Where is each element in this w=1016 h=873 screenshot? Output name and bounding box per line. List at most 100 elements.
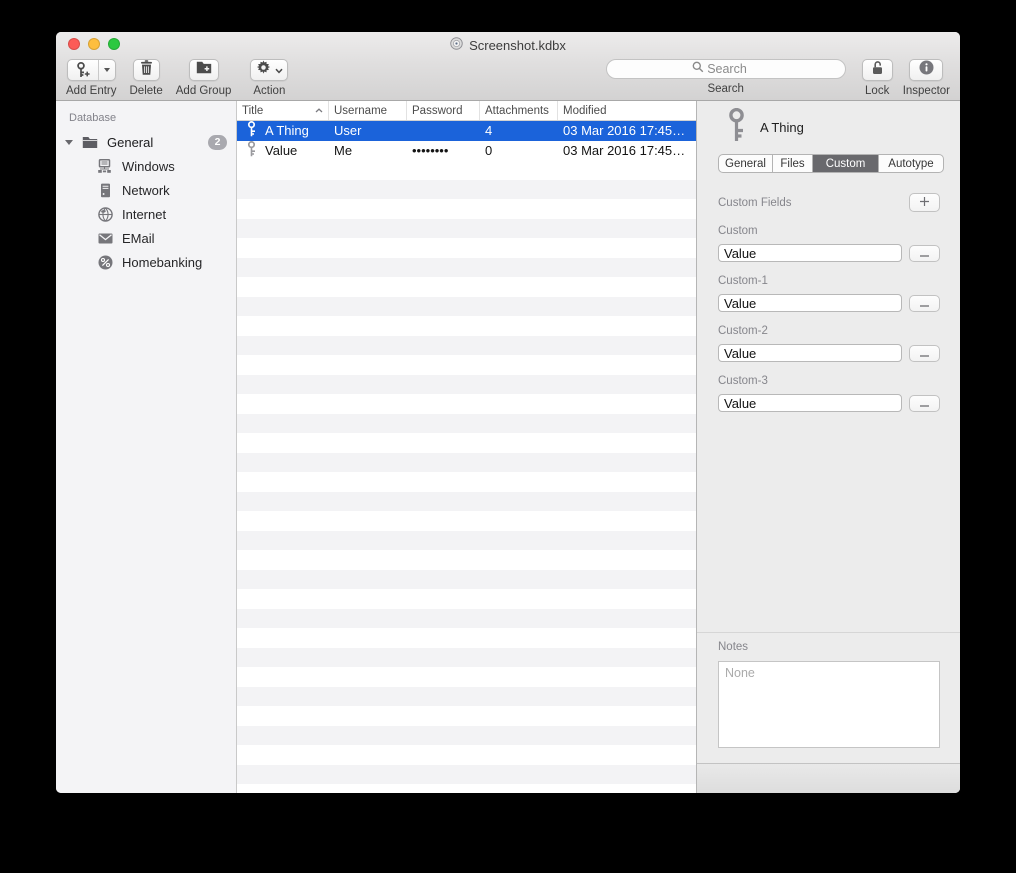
search-tool: Search <box>606 59 846 95</box>
table-empty-row <box>237 726 696 746</box>
lock-label: Lock <box>865 85 889 97</box>
custom-field-label: Custom-2 <box>718 325 940 337</box>
sidebar-item-label: Internet <box>122 207 166 222</box>
custom-field-input[interactable] <box>718 244 902 262</box>
chevron-down-icon <box>104 68 110 72</box>
sidebar-item-homebanking[interactable]: Homebanking <box>56 250 236 274</box>
sidebar-item-network[interactable]: Network <box>56 178 236 202</box>
gear-icon <box>256 60 271 80</box>
custom-field-group: Custom-1 <box>718 275 940 312</box>
app-window: Screenshot.kdbx Add Entry D <box>56 32 960 793</box>
table-header: Title Username Password Attachments Modi… <box>237 101 696 121</box>
remove-custom-field-button[interactable] <box>909 345 940 362</box>
table-empty-row <box>237 199 696 219</box>
notes-label: Notes <box>718 641 940 653</box>
table-empty-row <box>237 180 696 200</box>
entry-attachments: 4 <box>480 123 558 138</box>
add-entry-button[interactable] <box>67 59 116 81</box>
add-custom-field-button[interactable] <box>909 193 940 212</box>
tab-general[interactable]: General <box>719 155 773 172</box>
remove-custom-field-button[interactable] <box>909 395 940 412</box>
tab-autotype[interactable]: Autotype <box>879 155 943 172</box>
document-icon <box>450 37 463 53</box>
entry-modified: 03 Mar 2016 17:45… <box>558 143 696 158</box>
custom-field-input[interactable] <box>718 294 902 312</box>
table-empty-row <box>237 453 696 473</box>
remove-custom-field-button[interactable] <box>909 295 940 312</box>
add-group-button[interactable] <box>189 59 219 81</box>
search-field[interactable] <box>606 59 846 79</box>
custom-field-input[interactable] <box>718 394 902 412</box>
entry-username: User <box>329 123 407 138</box>
title-bar[interactable]: Screenshot.kdbx <box>56 32 960 54</box>
table-empty-row <box>237 667 696 687</box>
entry-modified: 03 Mar 2016 17:45… <box>558 123 696 138</box>
table-empty-row <box>237 472 696 492</box>
server-icon <box>96 183 114 198</box>
table-row[interactable]: Value Me •••••••• 0 03 Mar 2016 17:45… <box>237 141 696 161</box>
key-plus-icon <box>68 60 99 80</box>
delete-label: Delete <box>130 85 163 97</box>
delete-button[interactable] <box>133 59 160 81</box>
table-empty-row <box>237 277 696 297</box>
column-header-username[interactable]: Username <box>329 101 407 120</box>
entry-table-body: A Thing User 4 03 Mar 2016 17:45… Value … <box>237 121 696 793</box>
entry-table: Title Username Password Attachments Modi… <box>237 101 696 793</box>
folder-plus-icon <box>196 61 212 79</box>
table-empty-row <box>237 336 696 356</box>
remove-custom-field-button[interactable] <box>909 245 940 262</box>
search-label: Search <box>707 83 743 95</box>
key-icon <box>726 108 747 147</box>
lock-open-icon <box>871 60 884 80</box>
sidebar-item-label: Windows <box>122 159 175 174</box>
sidebar-item-label: Homebanking <box>122 255 202 270</box>
add-entry-tool: Add Entry <box>66 59 117 97</box>
minus-icon <box>919 244 930 262</box>
table-row-selected[interactable]: A Thing User 4 03 Mar 2016 17:45… <box>237 121 696 141</box>
notes-textarea[interactable] <box>718 661 940 748</box>
inspector-button[interactable] <box>909 59 943 81</box>
zoom-window-icon[interactable] <box>108 38 120 50</box>
add-group-tool: Add Group <box>176 59 232 97</box>
key-icon <box>247 141 256 160</box>
table-empty-row <box>237 375 696 395</box>
sidebar: Database General 2 Windows Network <box>56 101 237 793</box>
table-empty-row <box>237 687 696 707</box>
sidebar-item-internet[interactable]: Internet <box>56 202 236 226</box>
sidebar-item-label: EMail <box>122 231 155 246</box>
sidebar-group-general[interactable]: General 2 <box>56 130 236 154</box>
table-empty-row <box>237 160 696 180</box>
disclosure-triangle-icon[interactable] <box>65 140 73 145</box>
column-header-modified[interactable]: Modified <box>558 101 696 120</box>
window-chrome: Screenshot.kdbx Add Entry D <box>56 32 960 101</box>
custom-field-group: Custom <box>718 225 940 262</box>
table-empty-row <box>237 570 696 590</box>
inspector-panel: A Thing General Files Custom Autotype Cu… <box>696 101 960 793</box>
column-header-title[interactable]: Title <box>237 101 329 120</box>
action-button[interactable] <box>250 59 288 81</box>
minimize-window-icon[interactable] <box>88 38 100 50</box>
column-header-password[interactable]: Password <box>407 101 480 120</box>
workgroup-icon <box>96 159 114 174</box>
inspector-footer <box>697 763 960 793</box>
custom-field-input[interactable] <box>718 344 902 362</box>
inspector-tabs: General Files Custom Autotype <box>718 154 944 173</box>
table-empty-row <box>237 765 696 785</box>
globe-icon <box>96 207 114 222</box>
sidebar-item-windows[interactable]: Windows <box>56 154 236 178</box>
tab-custom[interactable]: Custom <box>813 155 879 172</box>
tab-files[interactable]: Files <box>773 155 813 172</box>
lock-button[interactable] <box>862 59 893 81</box>
search-input[interactable] <box>707 62 759 76</box>
table-empty-row <box>237 609 696 629</box>
close-window-icon[interactable] <box>68 38 80 50</box>
sidebar-item-email[interactable]: EMail <box>56 226 236 250</box>
custom-field-label: Custom-3 <box>718 375 940 387</box>
minus-icon <box>919 294 930 312</box>
add-entry-dropdown[interactable] <box>99 60 115 80</box>
plus-icon <box>919 194 930 212</box>
sidebar-group-label: General <box>107 135 153 150</box>
table-empty-row <box>237 355 696 375</box>
action-tool: Action <box>250 59 288 97</box>
column-header-attachments[interactable]: Attachments <box>480 101 558 120</box>
